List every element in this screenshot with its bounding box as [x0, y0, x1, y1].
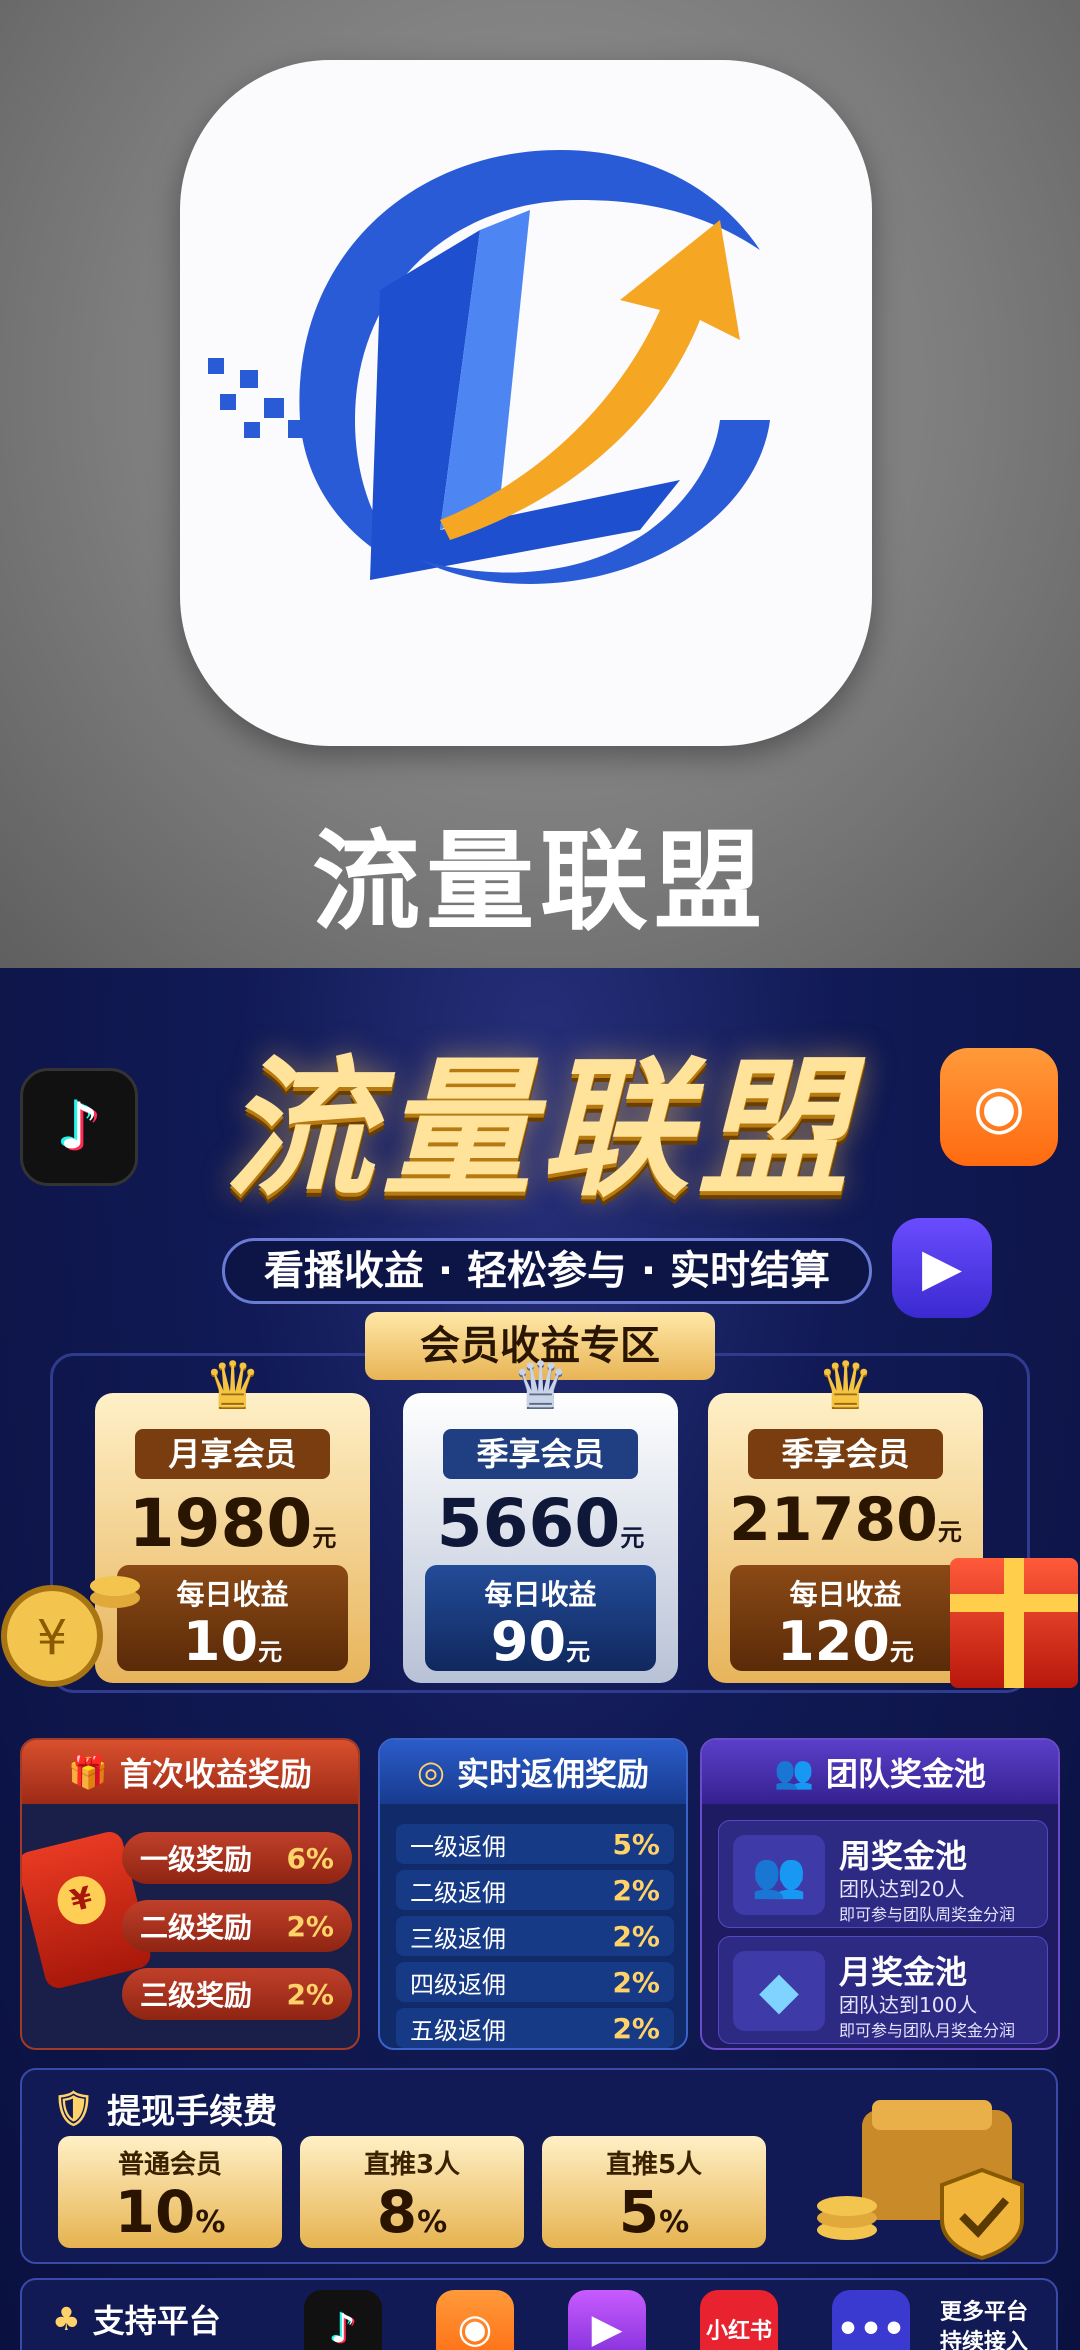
commission-row: 四级返佣 2% [396, 1962, 674, 2002]
gift-icon: 🎁 [68, 1753, 108, 1791]
fee-card: 普通会员 10% [58, 2136, 282, 2248]
reward-row: 三级奖励 2% [122, 1968, 352, 2020]
daily-income: 每日收益 120元 [730, 1565, 961, 1671]
crown-icon: ♛ [203, 1349, 262, 1423]
team-icon: 👥 [774, 1753, 814, 1791]
diamond-icon: ◆ [733, 1951, 825, 2031]
reward-row: 二级奖励 2% [122, 1900, 352, 1952]
membership-label: 季享会员 [748, 1429, 943, 1479]
membership-price: 1980元 [128, 1485, 337, 1562]
membership-label: 季享会员 [443, 1429, 638, 1479]
team-pool-panel: 👥 团队奖金池 👥 周奖金池 团队达到20人 即可参与团队周奖金分润 ◆ 月奖金池… [700, 1738, 1060, 2050]
wallet-icon [812, 2090, 1042, 2261]
panel-header: ◎ 实时返佣奖励 [380, 1740, 686, 1804]
commission-row: 二级返佣 2% [396, 1870, 674, 1910]
commission-row: 一级返佣 5% [396, 1824, 674, 1864]
crown-icon: ♛ [816, 1349, 875, 1423]
kuaishou-icon[interactable]: ◉ [436, 2290, 514, 2350]
weekly-pool: 👥 周奖金池 团队达到20人 即可参与团队周奖金分润 [718, 1820, 1048, 1928]
tiktok-icon: ♪ [20, 1068, 138, 1186]
video-play-icon: ▶ [892, 1218, 992, 1318]
app-name: 流量联盟 [311, 820, 768, 945]
platforms-title: ♣ 支持平台 [52, 2300, 221, 2340]
panel-header: 👥 团队奖金池 [702, 1740, 1058, 1804]
membership-card-quarterly[interactable]: ♛ 季享会员 5660元 每日收益 90元 [403, 1349, 678, 1683]
daily-income: 每日收益 90元 [425, 1565, 656, 1671]
shield-check-icon: 🛡 [52, 2088, 96, 2129]
gift-box-icon [950, 1558, 1078, 1688]
platforms-icon: ♣ [52, 2300, 81, 2338]
coin-stack-icon: ◎ [417, 1753, 445, 1791]
first-reward-panel: 🎁 首次收益奖励 ¥ 一级奖励 6% 二级奖励 2% 三级奖励 2% [20, 1738, 360, 2050]
more-platforms-icon[interactable]: ••• [832, 2290, 910, 2350]
commission-row: 三级返佣 2% [396, 1916, 674, 1956]
fee-card: 直推5人 5% [542, 2136, 766, 2248]
slogan: 看播收益 · 轻松参与 · 实时结算 [222, 1238, 872, 1304]
platforms-section: ♣ 支持平台 ♪ ◉ ▶ 小红书 ••• 更多平台 持续接入 [20, 2278, 1058, 2350]
poster-title: 流量联盟 [223, 1043, 856, 1217]
gold-coins-icon: ¥ [0, 1558, 140, 1698]
tiktok-icon[interactable]: ♪ [304, 2290, 382, 2350]
fee-title: 🛡 提现手续费 [52, 2088, 278, 2133]
panel-header: 🎁 首次收益奖励 [22, 1740, 358, 1804]
monthly-pool: ◆ 月奖金池 团队达到100人 即可参与团队月奖金分润 [718, 1936, 1048, 2044]
withdrawal-fee-section: 🛡 提现手续费 普通会员 10% 直推3人 8% 直推5人 5% [20, 2068, 1058, 2264]
app-icon-section: 流量联盟 [0, 0, 1080, 968]
people-icon: 👥 [733, 1835, 825, 1915]
kuaishou-icon: ◉ [940, 1048, 1058, 1166]
app-logo-icon[interactable] [180, 60, 872, 746]
video-play-icon[interactable]: ▶ [568, 2290, 646, 2350]
svg-text:¥: ¥ [37, 1610, 68, 1666]
membership-price: 5660元 [436, 1485, 645, 1562]
crown-icon: ♛ [511, 1349, 570, 1423]
membership-price: 21780元 [729, 1485, 962, 1555]
xiaohongshu-icon[interactable]: 小红书 [700, 2290, 778, 2350]
commission-panel: ◎ 实时返佣奖励 一级返佣 5% 二级返佣 2% 三级返佣 2% 四级返佣 2% 五级返佣… [378, 1738, 688, 2050]
daily-income: 每日收益 10元 [117, 1565, 348, 1671]
promo-poster: ♪ ◉ ▶ 流量联盟 看播收益 · 轻松参与 · 实时结算 会员收益专区 ♛ 月… [0, 968, 1080, 2350]
reward-row: 一级奖励 6% [122, 1832, 352, 1884]
membership-card-premium[interactable]: ♛ 季享会员 21780元 每日收益 120元 [708, 1349, 983, 1683]
fee-card: 直推3人 8% [300, 2136, 524, 2248]
membership-label: 月享会员 [135, 1429, 330, 1479]
more-platforms-text: 更多平台 持续接入 [940, 2300, 1029, 2350]
commission-row: 五级返佣 2% [396, 2008, 674, 2048]
